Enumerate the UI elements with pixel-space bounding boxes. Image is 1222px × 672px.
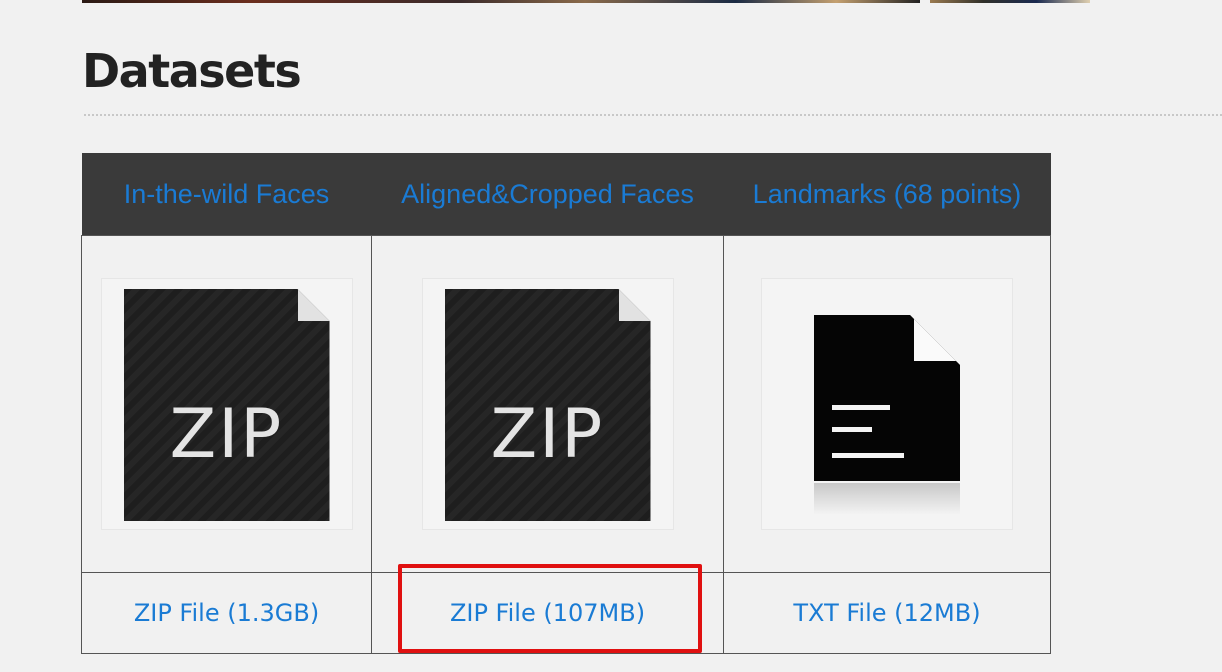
icon-cell-in-the-wild: ZIP xyxy=(81,235,372,573)
landmarks-link[interactable]: Landmarks (68 points) xyxy=(753,179,1022,209)
column-header-in-the-wild: In-the-wild Faces xyxy=(81,153,372,236)
zip-icon-label: ZIP xyxy=(490,395,605,474)
icon-cell-landmarks xyxy=(723,235,1051,573)
aligned-cropped-faces-link[interactable]: Aligned&Cropped Faces xyxy=(401,179,694,209)
top-image-strip-right xyxy=(930,0,1090,3)
download-link-aligned-cropped[interactable]: ZIP File (107MB) xyxy=(450,599,645,627)
header-row: In-the-wild Faces Aligned&Cropped Faces … xyxy=(81,153,1051,236)
page-title: Datasets xyxy=(82,44,302,98)
zip-file-icon[interactable]: ZIP xyxy=(421,278,674,530)
title-divider xyxy=(84,114,1222,116)
column-header-landmarks: Landmarks (68 points) xyxy=(723,153,1051,236)
datasets-table: In-the-wild Faces Aligned&Cropped Faces … xyxy=(81,153,1051,654)
in-the-wild-faces-link[interactable]: In-the-wild Faces xyxy=(124,179,330,209)
download-cell-landmarks: TXT File (12MB) xyxy=(723,572,1051,654)
top-image-strip xyxy=(82,0,920,3)
download-cell-in-the-wild: ZIP File (1.3GB) xyxy=(81,572,372,654)
zip-file-icon[interactable]: ZIP xyxy=(100,278,353,530)
download-row: ZIP File (1.3GB) ZIP File (107MB) TXT Fi… xyxy=(81,572,1051,654)
icon-row: ZIP ZIP xyxy=(81,235,1051,573)
zip-icon-label: ZIP xyxy=(169,395,284,474)
download-link-in-the-wild[interactable]: ZIP File (1.3GB) xyxy=(134,599,319,627)
download-cell-aligned-cropped: ZIP File (107MB) xyxy=(371,572,724,654)
txt-file-icon[interactable] xyxy=(761,278,1013,530)
download-link-landmarks[interactable]: TXT File (12MB) xyxy=(793,599,980,627)
icon-cell-aligned-cropped: ZIP xyxy=(371,235,724,573)
column-header-aligned-cropped: Aligned&Cropped Faces xyxy=(371,153,724,236)
